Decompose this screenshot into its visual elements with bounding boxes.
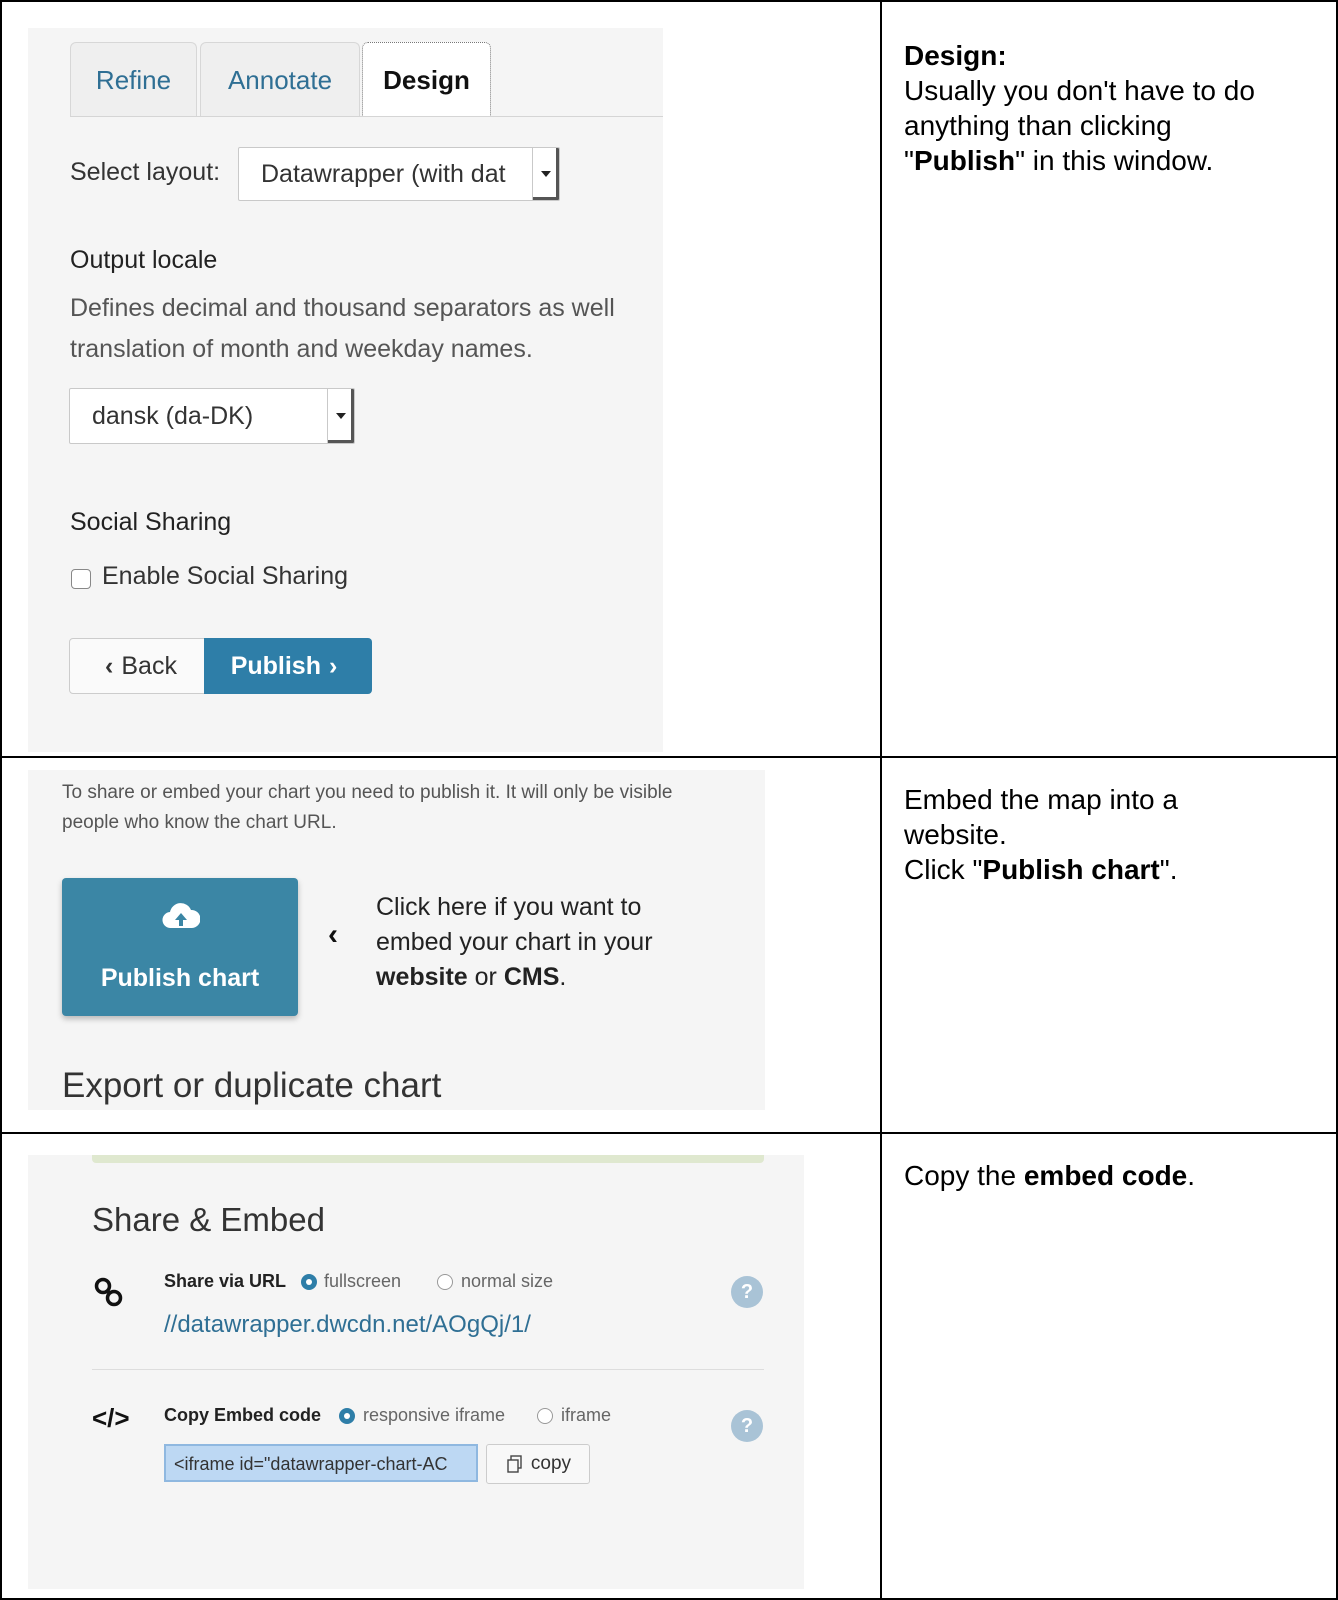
publish-hint: Click here if you want to embed your cha… [376,890,653,995]
share-url-label: Share via URL [164,1271,287,1291]
note-embed-line2: website. [904,819,1007,850]
note-design-quote-open: " [904,145,914,176]
locale-select-value: dansk (da-DK) [92,401,254,430]
option-responsive-iframe: responsive iframe [363,1405,506,1425]
table-column-divider [880,0,882,1600]
table-row-divider-2 [0,1132,1338,1134]
publish-button-label: Publish [230,651,321,680]
publish-chart-button[interactable]: Publish chart [62,878,298,1016]
note-copy: Copy the embed code. [904,1158,1195,1193]
table-border-left [0,0,2,1600]
publish-screenshot: To share or embed your chart you need to… [28,770,765,1110]
tab-annotate[interactable]: Annotate [200,42,360,117]
back-button[interactable]: ‹ Back [69,638,205,694]
publish-chart-label: Publish chart [100,964,260,992]
layout-select[interactable]: Datawrapper (with dat [238,147,560,201]
section-divider [92,1369,764,1370]
chevron-down-icon [327,389,354,443]
share-url-link[interactable]: //datawrapper.dwcdn.net/AOgQj/1/ [164,1311,531,1339]
note-copy-pre: Copy the [904,1160,1024,1191]
note-design-bold: Publish [913,145,1016,176]
table-border-top [0,0,1338,2]
radio-iframe[interactable] [537,1408,553,1424]
copy-button-label: copy [530,1453,572,1474]
help-icon[interactable]: ? [731,1410,763,1442]
publish-hint-line1: Click here if you want to [376,893,642,921]
note-design: Design: Usually you don't have to do any… [904,38,1255,178]
option-iframe: iframe [561,1405,612,1425]
embed-code-input[interactable]: <iframe id="datawrapper-chart-AC [164,1444,478,1482]
share-embed-title: Share & Embed [92,1201,325,1238]
copy-button[interactable]: copy [486,1444,590,1484]
publish-hint-or: or [467,963,504,991]
tab-annotate-label: Annotate [227,64,333,95]
locale-description-line1: Defines decimal and thousand separators … [70,294,615,322]
social-sharing-checkbox[interactable] [71,569,91,589]
publish-hint-website: website [376,963,468,991]
note-embed-click-post: ". [1159,854,1178,885]
copy-icon [507,1455,522,1473]
design-panel-screenshot: Refine Annotate Design Select layout: Da… [28,28,663,752]
social-heading: Social Sharing [70,508,232,536]
publish-intro-text: To share or embed your chart you need to… [62,778,672,838]
locale-heading: Output locale [70,246,218,274]
note-design-quote-rest: " in this window. [1015,145,1214,176]
publish-intro-line1: To share or embed your chart you need to… [62,782,673,803]
publish-hint-dot: . [559,963,567,991]
tab-design[interactable]: Design [362,42,491,117]
share-embed-screenshot: Share & Embed Share via URL fullscreen n… [28,1155,804,1589]
note-embed-bold: Publish chart [982,854,1160,885]
locale-description-line2: translation of month and weekday names. [70,335,533,363]
radio-fullscreen[interactable] [301,1274,317,1290]
tab-refine-label: Refine [95,64,172,95]
publish-intro-line2: people who know the chart URL. [62,812,337,833]
layout-select-value: Datawrapper (with dat [261,159,506,188]
locale-select[interactable]: dansk (da-DK) [69,388,355,444]
help-icon[interactable]: ? [731,1276,763,1308]
social-sharing-label: Enable Social Sharing [102,562,348,590]
radio-responsive-iframe[interactable] [339,1408,355,1424]
note-embed-click-pre: Click " [904,854,983,885]
code-icon: </> [92,1403,130,1433]
chevron-left-icon: ‹ [328,918,338,951]
tab-refine[interactable]: Refine [70,42,197,117]
option-normal-size: normal size [461,1271,554,1291]
locale-description: Defines decimal and thousand separators … [70,288,650,370]
export-heading: Export or duplicate chart [62,1066,442,1105]
radio-normal-size[interactable] [437,1274,453,1290]
tab-design-label: Design [383,64,470,95]
publish-hint-line2: embed your chart in your [376,928,653,956]
link-icon-graphic [94,1277,123,1307]
note-embed: Embed the map into a website. Click "Pub… [904,782,1178,887]
embed-code-label: Copy Embed code [164,1405,322,1425]
chevron-down-icon [532,148,559,200]
chevron-right-icon: › [328,651,338,680]
note-embed-line1: Embed the map into a [904,784,1178,815]
cloud-upload-icon [162,903,200,929]
note-copy-post: . [1187,1160,1196,1191]
success-banner-edge [92,1155,764,1163]
note-design-line1: Usually you don't have to do [904,75,1255,106]
link-icon [92,1275,126,1316]
note-design-heading: Design: [904,40,1007,71]
back-button-label: Back [121,651,177,680]
publish-hint-cms: CMS [503,963,560,991]
tab-underline [70,116,663,117]
chevron-left-icon: ‹ [105,651,114,680]
option-fullscreen: fullscreen [324,1271,402,1291]
table-row-divider-1 [0,756,1338,758]
note-copy-bold: embed code [1023,1160,1188,1191]
note-design-line2: anything than clicking [904,110,1172,141]
publish-button[interactable]: Publish › [204,638,372,694]
layout-label: Select layout: [70,158,221,186]
